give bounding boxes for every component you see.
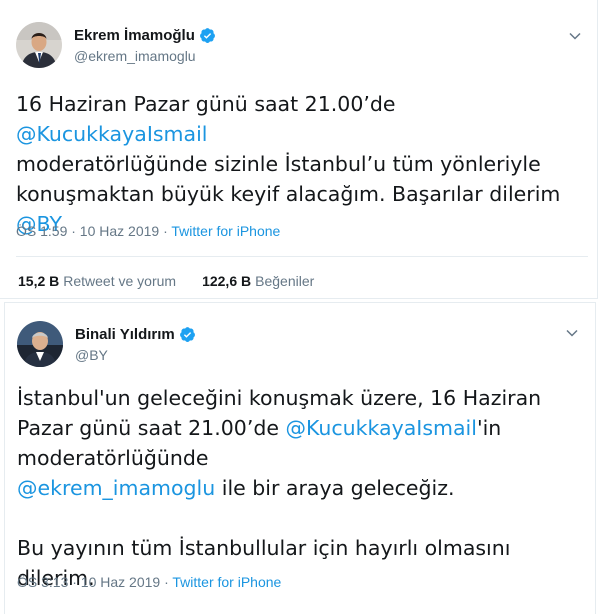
text-segment: Pazar günü saat 21.00’de [17, 416, 286, 440]
text-segment: İstanbul'un geleceğini konuşmak üzere, 1… [17, 386, 542, 410]
retweets-stat[interactable]: 15,2 B Retweet ve yorum [18, 273, 176, 289]
text-segment: 'in [476, 416, 502, 440]
likes-stat[interactable]: 122,6 B Beğeniler [202, 273, 314, 289]
tweet-card-imamoglu[interactable]: Ekrem İmamoğlu @ekrem_imamoglu 16 Hazira… [0, 0, 598, 299]
tweet-text: İstanbul'un geleceğini konuşmak üzere, 1… [17, 383, 589, 593]
tweet-card-yildirim[interactable]: Binali Yıldırım @BY İstanbul'un geleceği… [4, 302, 596, 614]
text-segment: ile bir araya geleceğiz. [215, 476, 455, 500]
tweet-text: 16 Haziran Pazar günü saat 21.00’de @Kuc… [16, 89, 588, 239]
likes-count: 122,6 B [202, 273, 252, 289]
likes-label: Beğeniler [255, 273, 315, 289]
timestamp[interactable]: ÖS 1:59 · 10 Haz 2019 · [16, 223, 171, 239]
source-link[interactable]: Twitter for iPhone [171, 223, 280, 239]
text-segment: moderatörlüğünde [17, 446, 209, 470]
chevron-down-icon[interactable] [567, 28, 583, 44]
author-handle[interactable]: @ekrem_imamoglu [74, 48, 196, 64]
author-name[interactable]: Binali Yıldırım [75, 326, 175, 343]
verified-badge-icon [179, 327, 195, 342]
mention-link[interactable]: @ekrem_imamoglu [17, 476, 215, 500]
timestamp[interactable]: ÖS 3:13 · 10 Haz 2019 · [17, 574, 172, 590]
source-link[interactable]: Twitter for iPhone [172, 574, 281, 590]
divider [16, 256, 588, 257]
tweet-timestamp: ÖS 1:59 · 10 Haz 2019 · Twitter for iPho… [16, 223, 280, 239]
chevron-down-icon[interactable] [564, 325, 580, 341]
avatar[interactable] [17, 321, 63, 367]
mention-link[interactable]: @KucukkayaIsmail [285, 416, 476, 440]
author-name[interactable]: Ekrem İmamoğlu [74, 27, 195, 44]
text-segment: 16 Haziran Pazar günü saat 21.00’de [16, 92, 396, 116]
author-handle[interactable]: @BY [75, 347, 108, 363]
avatar[interactable] [16, 22, 62, 68]
tweet-stats: 15,2 B Retweet ve yorum 122,6 B Beğeniler [18, 273, 314, 289]
text-segment: moderatörlüğünde sizinle İstanbul’u tüm … [16, 152, 541, 176]
mention-link[interactable]: @KucukkayaIsmail [16, 122, 207, 146]
tweet-timestamp: ÖS 3:13 · 10 Haz 2019 · Twitter for iPho… [17, 574, 281, 590]
retweets-label: Retweet ve yorum [63, 273, 177, 289]
text-segment: konuşmaktan büyük keyif alacağım. Başarı… [16, 182, 561, 206]
verified-badge-icon [199, 28, 215, 43]
retweets-count: 15,2 B [18, 273, 60, 289]
